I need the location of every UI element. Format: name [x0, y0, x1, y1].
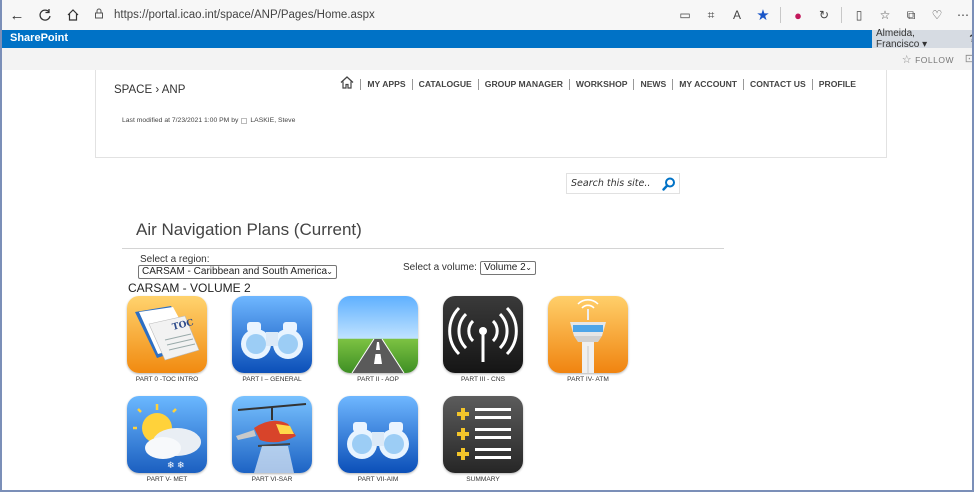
nav-my-account[interactable]: MY ACCOUNT — [672, 78, 743, 90]
chevron-down-icon: ⌄ — [525, 263, 532, 272]
site-search[interactable]: Search this site.. — [566, 173, 680, 194]
nav-catalogue[interactable]: CATALOGUE — [411, 78, 478, 90]
region-label: Select a region: — [140, 254, 210, 265]
heart-icon[interactable]: ♡ — [925, 4, 949, 26]
tile-part-i-general[interactable]: PART I – GENERAL — [231, 296, 313, 383]
presence-icon — [241, 117, 248, 124]
tile-part-iv-atm[interactable]: PART IV- ATM — [547, 296, 629, 383]
nav-profile[interactable]: PROFILE — [811, 78, 862, 90]
top-navigation: MY APPS CATALOGUE GROUP MANAGER WORKSHOP… — [340, 76, 862, 92]
tile-label[interactable]: PART 0 -TOC INTRO — [126, 376, 208, 383]
reader-icon[interactable]: ▭ — [673, 4, 697, 26]
home-icon[interactable] — [60, 2, 86, 28]
nav-group-manager[interactable]: GROUP MANAGER — [477, 78, 569, 90]
grid-icon[interactable]: ⌗ — [699, 4, 723, 26]
binoculars-icon[interactable] — [232, 296, 312, 373]
star-icon: ☆ — [901, 54, 913, 66]
split-icon[interactable]: ▯ — [847, 4, 871, 26]
region-select[interactable]: CARSAM - Caribbean and South America ⌄ — [138, 265, 337, 279]
volume-select-value: Volume 2 — [484, 262, 526, 273]
tile-summary[interactable]: SUMMARY — [442, 396, 524, 483]
last-modified-text: Last modified at 7/23/2021 1:00 PM by — [122, 117, 239, 124]
weather-icon[interactable]: ❄ ❄ — [127, 396, 207, 473]
control-tower-icon[interactable] — [548, 296, 628, 373]
tile-part-v-met[interactable]: ❄ ❄ PART V- MET — [126, 396, 208, 483]
nav-news[interactable]: NEWS — [633, 78, 672, 90]
breadcrumb[interactable]: SPACE › ANP — [114, 84, 185, 96]
refresh-icon[interactable] — [32, 2, 58, 28]
volume-select[interactable]: Volume 2 ⌄ — [480, 261, 536, 275]
help-icon[interactable]: ? — [969, 33, 972, 45]
user-menu[interactable]: Almeida, Francisco ▾ ? — [872, 28, 972, 50]
tile-label[interactable]: PART V- MET — [126, 476, 208, 483]
toc-book-icon[interactable]: TOC — [127, 296, 207, 373]
tile-part-iii-cns[interactable]: PART III - CNS — [442, 296, 524, 383]
tile-part-vi-sar[interactable]: PART VI-SAR — [231, 396, 313, 483]
nav-workshop[interactable]: WORKSHOP — [568, 78, 634, 90]
antenna-signal-icon[interactable] — [443, 296, 523, 373]
tile-label[interactable]: PART II - AOP — [337, 376, 419, 383]
summary-list-icon[interactable] — [443, 396, 523, 473]
sharepoint-brand[interactable]: SharePoint — [10, 32, 68, 44]
search-input[interactable]: Search this site.. — [567, 178, 659, 189]
follow-label: FOLLOW — [915, 54, 954, 65]
site-header: SPACE › ANP Last modified at 7/23/2021 1… — [95, 70, 887, 158]
ribbon-bar: ☆ FOLLOW ⊡ — [2, 48, 972, 70]
user-name: Almeida, Francisco ▾ — [876, 28, 928, 50]
tile-part-ii-aop[interactable]: PART II - AOP — [337, 296, 419, 383]
chevron-down-icon: ⌄ — [326, 267, 333, 276]
modified-by-link[interactable]: LASKIE, Steve — [250, 117, 295, 124]
tile-label[interactable]: PART VII-AIM — [337, 476, 419, 483]
favorite-star-icon[interactable]: ★ — [751, 4, 775, 26]
section-heading: CARSAM - VOLUME 2 — [128, 281, 251, 295]
toolbar-divider — [780, 7, 781, 23]
browser-toolbar-icons: ▭ ⌗ A ★ ● ↻ ▯ ☆ ⧉ ♡ ⋯ — [672, 4, 972, 26]
nav-contact-us[interactable]: CONTACT US — [743, 78, 812, 90]
helicopter-icon[interactable] — [232, 396, 312, 473]
nav-my-apps[interactable]: MY APPS — [360, 78, 411, 90]
tile-part-vii-aim[interactable]: PART VII-AIM — [337, 396, 419, 483]
focus-content-icon[interactable]: ⊡ — [965, 52, 972, 65]
address-bar[interactable]: https://portal.icao.int/space/ANP/Pages/… — [94, 4, 654, 26]
home-nav-icon[interactable] — [340, 76, 354, 92]
region-select-value: CARSAM - Caribbean and South America — [142, 266, 328, 277]
last-modified: Last modified at 7/23/2021 1:00 PM by LA… — [122, 117, 295, 124]
title-divider — [122, 248, 724, 249]
url-text: https://portal.icao.int/space/ANP/Pages/… — [114, 9, 375, 21]
browser-toolbar: ← https://portal.icao.int/space/ANP/Page… — [2, 0, 972, 30]
lock-icon — [94, 8, 108, 22]
extension-icon[interactable]: ● — [786, 4, 810, 26]
volume-label: Select a volume: — [403, 262, 477, 273]
tile-label[interactable]: SUMMARY — [442, 476, 524, 483]
runway-icon[interactable] — [338, 296, 418, 373]
binoculars-icon[interactable] — [338, 396, 418, 473]
tile-label[interactable]: PART IV- ATM — [547, 376, 629, 383]
svg-text:❄ ❄: ❄ ❄ — [167, 460, 185, 470]
browser-window: ← https://portal.icao.int/space/ANP/Page… — [0, 0, 974, 492]
page-title: Air Navigation Plans (Current) — [136, 220, 362, 239]
read-aloud-icon[interactable]: A — [725, 4, 749, 26]
search-icon[interactable] — [659, 174, 679, 193]
follow-button[interactable]: ☆ FOLLOW — [902, 53, 954, 66]
tile-label[interactable]: PART VI-SAR — [231, 476, 313, 483]
sharepoint-suite-bar: SharePoint Almeida, Francisco ▾ ? — [2, 28, 972, 50]
back-icon[interactable]: ← — [4, 2, 30, 28]
tile-part-0-toc-intro[interactable]: TOC PART 0 -TOC INTRO — [126, 296, 208, 383]
tile-label[interactable]: PART III - CNS — [442, 376, 524, 383]
favorites-icon[interactable]: ☆ — [873, 4, 897, 26]
copilot-icon[interactable]: ↻ — [812, 4, 836, 26]
more-icon[interactable]: ⋯ — [951, 4, 972, 26]
tile-label[interactable]: PART I – GENERAL — [231, 376, 313, 383]
toolbar-divider — [841, 7, 842, 23]
collections-icon[interactable]: ⧉ — [899, 4, 923, 26]
